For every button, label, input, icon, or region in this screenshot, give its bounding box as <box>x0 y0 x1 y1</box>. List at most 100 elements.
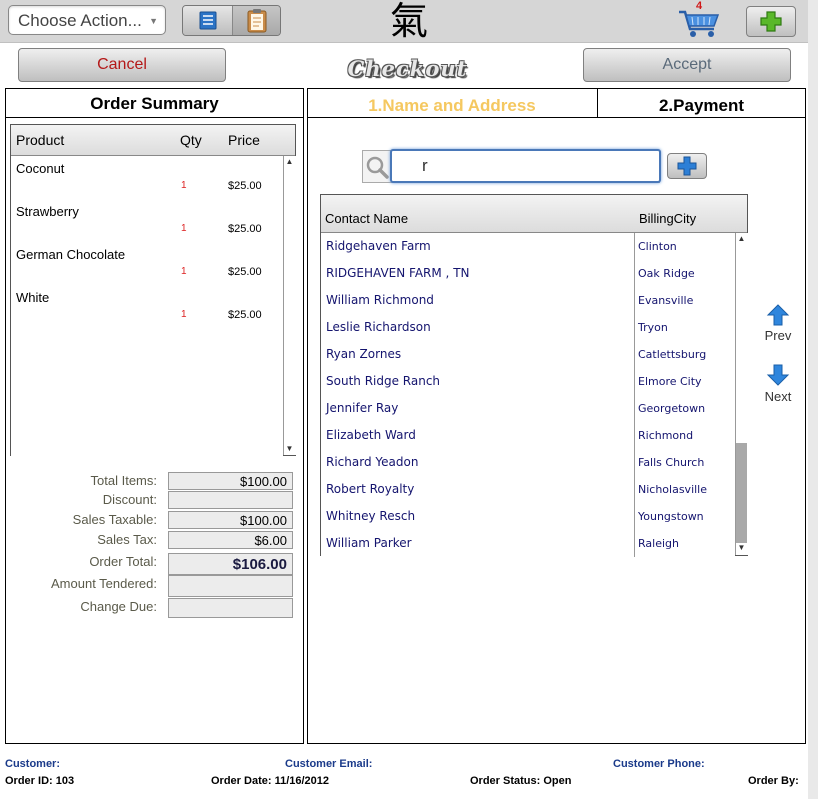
search-input[interactable]: r <box>390 149 661 183</box>
contact-row[interactable]: William Parker Raleigh <box>321 530 735 557</box>
next-label[interactable]: Next <box>758 389 798 404</box>
prev-button[interactable] <box>766 304 790 326</box>
view-toggle-group <box>182 5 281 36</box>
empty-row <box>11 328 283 372</box>
scroll-up-icon[interactable]: ▲ <box>284 157 295 166</box>
amount-tendered-field[interactable] <box>168 575 293 597</box>
contact-city: Catlettsburg <box>638 348 707 361</box>
plus-icon <box>677 156 697 176</box>
order-by: Order By: <box>748 775 799 787</box>
divider <box>307 117 806 118</box>
contact-row[interactable]: RIDGEHAVEN FARM , TN Oak Ridge <box>321 260 735 288</box>
contact-city: Tryon <box>638 321 668 334</box>
order-item-row[interactable]: Coconut 1 $25.00 <box>11 156 283 200</box>
column-header-billing-city: BillingCity <box>639 211 697 226</box>
divider <box>634 260 635 287</box>
contact-city: Georgetown <box>638 402 706 415</box>
tab-name-and-address[interactable]: 1.Name and Address <box>307 96 597 116</box>
product-price: $25.00 <box>228 309 262 321</box>
contact-name: William Parker <box>326 536 412 550</box>
product-name: White <box>16 290 50 305</box>
list-view-button[interactable] <box>183 6 233 35</box>
contacts-table: Contact Name BillingCity Ridgehaven Farm… <box>320 194 748 557</box>
sales-tax-value: $6.00 <box>168 531 293 549</box>
clipboard-icon <box>247 9 267 33</box>
order-items-table: Product Qty Price Coconut 1 $25.00 Straw… <box>10 124 296 457</box>
divider <box>634 530 635 557</box>
choose-action-select[interactable]: Choose Action... ▼ <box>8 5 166 35</box>
tab-payment[interactable]: 2.Payment <box>597 96 806 116</box>
order-total-value: $106.00 <box>168 553 293 575</box>
contact-row[interactable]: Leslie Richardson Tryon <box>321 314 735 342</box>
contact-city: Youngstown <box>638 510 704 523</box>
cancel-button[interactable]: Cancel <box>18 48 226 82</box>
divider <box>5 117 304 118</box>
accept-button[interactable]: Accept <box>583 48 791 82</box>
product-qty: 1 <box>181 223 187 234</box>
amount-tendered-label: Amount Tendered: <box>51 576 157 591</box>
contact-row[interactable]: Ridgehaven Farm Clinton <box>321 233 735 261</box>
order-table-header: Product Qty Price <box>11 125 295 156</box>
contact-name: Ryan Zornes <box>326 347 402 361</box>
order-item-row[interactable]: Strawberry 1 $25.00 <box>11 199 283 243</box>
contacts-table-header: Contact Name BillingCity <box>321 195 747 233</box>
order-id: Order ID: 103 <box>5 775 75 787</box>
add-new-button[interactable] <box>746 6 796 37</box>
choose-action-label: Choose Action... <box>18 11 142 30</box>
contact-row[interactable]: Jennifer Ray Georgetown <box>321 395 735 423</box>
contact-name: Jennifer Ray <box>326 401 399 415</box>
divider <box>634 503 635 530</box>
scroll-down-icon[interactable]: ▼ <box>736 543 747 552</box>
customer-label: Customer: <box>5 758 61 770</box>
order-date: Order Date: 11/16/2012 <box>211 775 330 787</box>
contact-city: Richmond <box>638 429 694 442</box>
total-items-label: Total Items: <box>90 473 157 488</box>
plus-icon <box>760 11 782 32</box>
product-price: $25.00 <box>228 266 262 278</box>
scroll-down-icon[interactable]: ▼ <box>284 444 295 453</box>
search-icon <box>364 154 390 180</box>
scroll-up-icon[interactable]: ▲ <box>736 234 747 243</box>
contact-row[interactable]: South Ridge Ranch Elmore City <box>321 368 735 396</box>
contact-city: Nicholasville <box>638 483 708 496</box>
sales-taxable-label: Sales Taxable: <box>72 512 157 527</box>
product-name: German Chocolate <box>16 247 126 262</box>
clipboard-view-button[interactable] <box>233 6 280 35</box>
scrollbar-thumb[interactable] <box>736 443 747 543</box>
discount-label: Discount: <box>102 492 157 507</box>
order-item-row[interactable]: White 1 $25.00 <box>11 285 283 329</box>
change-due-value <box>168 598 293 618</box>
contact-name: Robert Royalty <box>326 482 415 496</box>
contact-name: Richard Yeadon <box>326 455 419 469</box>
contact-row[interactable]: Richard Yeadon Falls Church <box>321 449 735 477</box>
divider <box>634 395 635 422</box>
divider <box>634 368 635 395</box>
contact-row[interactable]: Whitney Resch Youngstown <box>321 503 735 531</box>
contact-row[interactable]: Robert Royalty Nicholasville <box>321 476 735 504</box>
contact-row[interactable]: Elizabeth Ward Richmond <box>321 422 735 450</box>
chevron-down-icon: ▼ <box>149 16 158 26</box>
customer-email-label: Customer Email: <box>285 758 373 770</box>
order-total-label: Order Total: <box>89 554 157 569</box>
column-header-product: Product <box>16 132 65 148</box>
contact-name: South Ridge Ranch <box>326 374 441 388</box>
contact-row[interactable]: William Richmond Evansville <box>321 287 735 315</box>
contact-name: Ridgehaven Farm <box>326 239 431 253</box>
arrow-up-icon <box>766 304 790 326</box>
order-table-scrollbar[interactable]: ▲ ▼ <box>283 156 296 455</box>
order-item-row[interactable]: German Chocolate 1 $25.00 <box>11 242 283 286</box>
list-icon <box>199 11 217 30</box>
product-name: Coconut <box>16 161 65 176</box>
cart-button[interactable]: 4 <box>674 0 726 40</box>
discount-field[interactable] <box>168 491 293 509</box>
product-name: Strawberry <box>16 204 79 219</box>
next-button[interactable] <box>766 364 790 386</box>
product-qty: 1 <box>181 266 187 277</box>
contact-name: William Richmond <box>326 293 434 307</box>
order-status: Order Status: Open <box>470 775 572 787</box>
contacts-scrollbar[interactable]: ▲ ▼ <box>735 233 748 555</box>
contact-row[interactable]: Ryan Zornes Catlettsburg <box>321 341 735 369</box>
add-contact-button[interactable] <box>667 153 707 179</box>
divider <box>634 287 635 314</box>
prev-label[interactable]: Prev <box>758 328 798 343</box>
